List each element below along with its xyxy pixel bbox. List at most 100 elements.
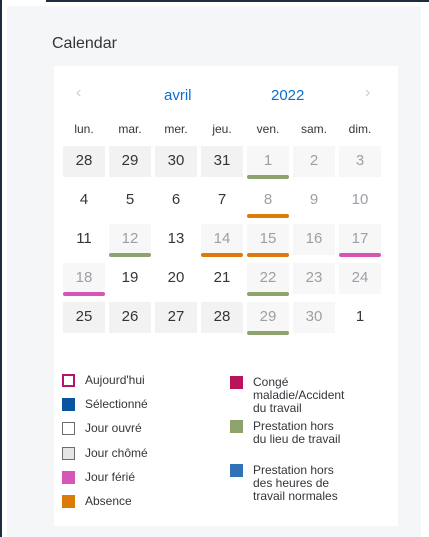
day-cell[interactable]: 9: [293, 185, 335, 216]
overtime-swatch-icon: [230, 464, 243, 477]
legend-label-line: travail normales: [253, 489, 338, 503]
day-cell[interactable]: 12: [109, 224, 151, 257]
day-number: 12: [121, 230, 139, 247]
day-cell[interactable]: 11: [63, 224, 105, 255]
absence-marker: [201, 253, 243, 257]
weekday-label: mar.: [118, 122, 142, 136]
month-button[interactable]: avril: [164, 87, 192, 104]
day-number: 11: [76, 230, 92, 247]
day-cell[interactable]: 1: [339, 302, 381, 333]
day-cell[interactable]: 25: [63, 302, 105, 333]
weekday-label: jeu.: [212, 122, 232, 136]
holiday-marker: [63, 292, 105, 296]
absence-swatch-icon: [62, 495, 75, 508]
day-cell[interactable]: 10: [339, 185, 381, 216]
chevron-right-icon[interactable]: ›: [365, 84, 370, 102]
day-number: 5: [125, 191, 135, 208]
day-number: 4: [79, 191, 89, 208]
day-cell[interactable]: 16: [293, 224, 335, 255]
day-cell[interactable]: 27: [155, 302, 197, 333]
day-number: 3: [355, 152, 365, 169]
legend-label: Absence: [85, 494, 132, 508]
offsite-marker: [109, 253, 151, 257]
day-number: 29: [259, 308, 277, 325]
day-cell[interactable]: 28: [63, 146, 105, 177]
weekday-label: dim.: [348, 122, 372, 136]
year-button[interactable]: 2022: [271, 87, 304, 104]
day-cell[interactable]: 3: [339, 146, 381, 177]
day-cell[interactable]: 30: [293, 302, 335, 333]
day-cell[interactable]: 21: [201, 263, 243, 294]
day-number: 2: [309, 152, 319, 169]
day-number: 6: [171, 191, 181, 208]
day-number: 9: [309, 191, 319, 208]
weekday-label: sam.: [300, 122, 327, 136]
day-cell[interactable]: 31: [201, 146, 243, 177]
day-number: 30: [305, 308, 323, 325]
day-cell[interactable]: 15: [247, 224, 289, 257]
day-number: 21: [213, 269, 231, 286]
day-cell[interactable]: 1: [247, 146, 289, 179]
legend-label: Aujourd'hui: [85, 373, 145, 387]
day-cell[interactable]: 26: [109, 302, 151, 333]
day-cell[interactable]: 20: [155, 263, 197, 294]
day-cell[interactable]: 14: [201, 224, 243, 257]
day-cell[interactable]: 6: [155, 185, 197, 216]
calendar-title: Calendar: [52, 35, 117, 52]
day-number: 24: [351, 269, 369, 286]
legend-label: Jour férié: [85, 470, 136, 484]
day-number: 8: [263, 191, 273, 208]
day-number: 16: [305, 230, 323, 247]
today-swatch-icon: [62, 374, 75, 387]
legend-label: Prestation hors du lieu de travail: [253, 420, 383, 446]
day-number: 1: [263, 152, 273, 169]
legend-label: Sélectionné: [85, 397, 148, 411]
selected-swatch-icon: [62, 398, 75, 411]
day-cell[interactable]: 8: [247, 185, 289, 218]
day-cell[interactable]: 28: [201, 302, 243, 333]
day-number: 27: [167, 308, 185, 325]
day-number: 29: [121, 152, 139, 169]
weekday-label: ven.: [256, 122, 280, 136]
day-number: 1: [355, 308, 365, 325]
nonworking-swatch-icon: [62, 447, 75, 460]
day-number: 23: [305, 269, 323, 286]
day-number: 28: [213, 308, 231, 325]
day-cell[interactable]: 24: [339, 263, 381, 294]
day-number: 17: [351, 230, 369, 247]
day-number: 18: [75, 269, 93, 286]
day-cell[interactable]: 30: [155, 146, 197, 177]
day-cell[interactable]: 7: [201, 185, 243, 216]
day-number: 20: [167, 269, 185, 286]
weekday-label: lun.: [74, 122, 94, 136]
holiday-marker: [339, 253, 381, 257]
day-cell[interactable]: 2: [293, 146, 335, 177]
day-cell[interactable]: 17: [339, 224, 381, 257]
day-cell[interactable]: 29: [109, 146, 151, 177]
day-cell[interactable]: 4: [63, 185, 105, 216]
chevron-left-icon[interactable]: ‹: [76, 84, 81, 102]
day-cell[interactable]: 13: [155, 224, 197, 255]
calendar-card: ‹ avril 2022 › lun. mar. mer. jeu. ven. …: [54, 66, 398, 526]
day-cell[interactable]: 29: [247, 302, 289, 335]
day-number: 10: [351, 191, 369, 208]
day-cell[interactable]: 23: [293, 263, 335, 294]
day-cell[interactable]: 5: [109, 185, 151, 216]
legend-label: Prestation hors des heures de travail norm…: [253, 464, 383, 503]
absence-marker: [247, 214, 289, 218]
offsite-marker: [247, 331, 289, 335]
day-cell[interactable]: 22: [247, 263, 289, 296]
offsite-swatch-icon: [230, 420, 243, 433]
legend-label: Congé maladie/Accident du travail: [253, 376, 383, 415]
day-cell[interactable]: 19: [109, 263, 151, 294]
day-number: 19: [121, 269, 139, 286]
legend-label-line: du lieu de travail: [253, 432, 341, 446]
day-number: 28: [75, 152, 93, 169]
day-number: 30: [167, 152, 185, 169]
legend-label-line: du travail: [253, 401, 302, 415]
workday-swatch-icon: [62, 422, 75, 435]
window-border-left: [0, 0, 2, 537]
day-number: 13: [167, 230, 185, 247]
offsite-marker: [247, 175, 289, 179]
day-cell[interactable]: 18: [63, 263, 105, 296]
